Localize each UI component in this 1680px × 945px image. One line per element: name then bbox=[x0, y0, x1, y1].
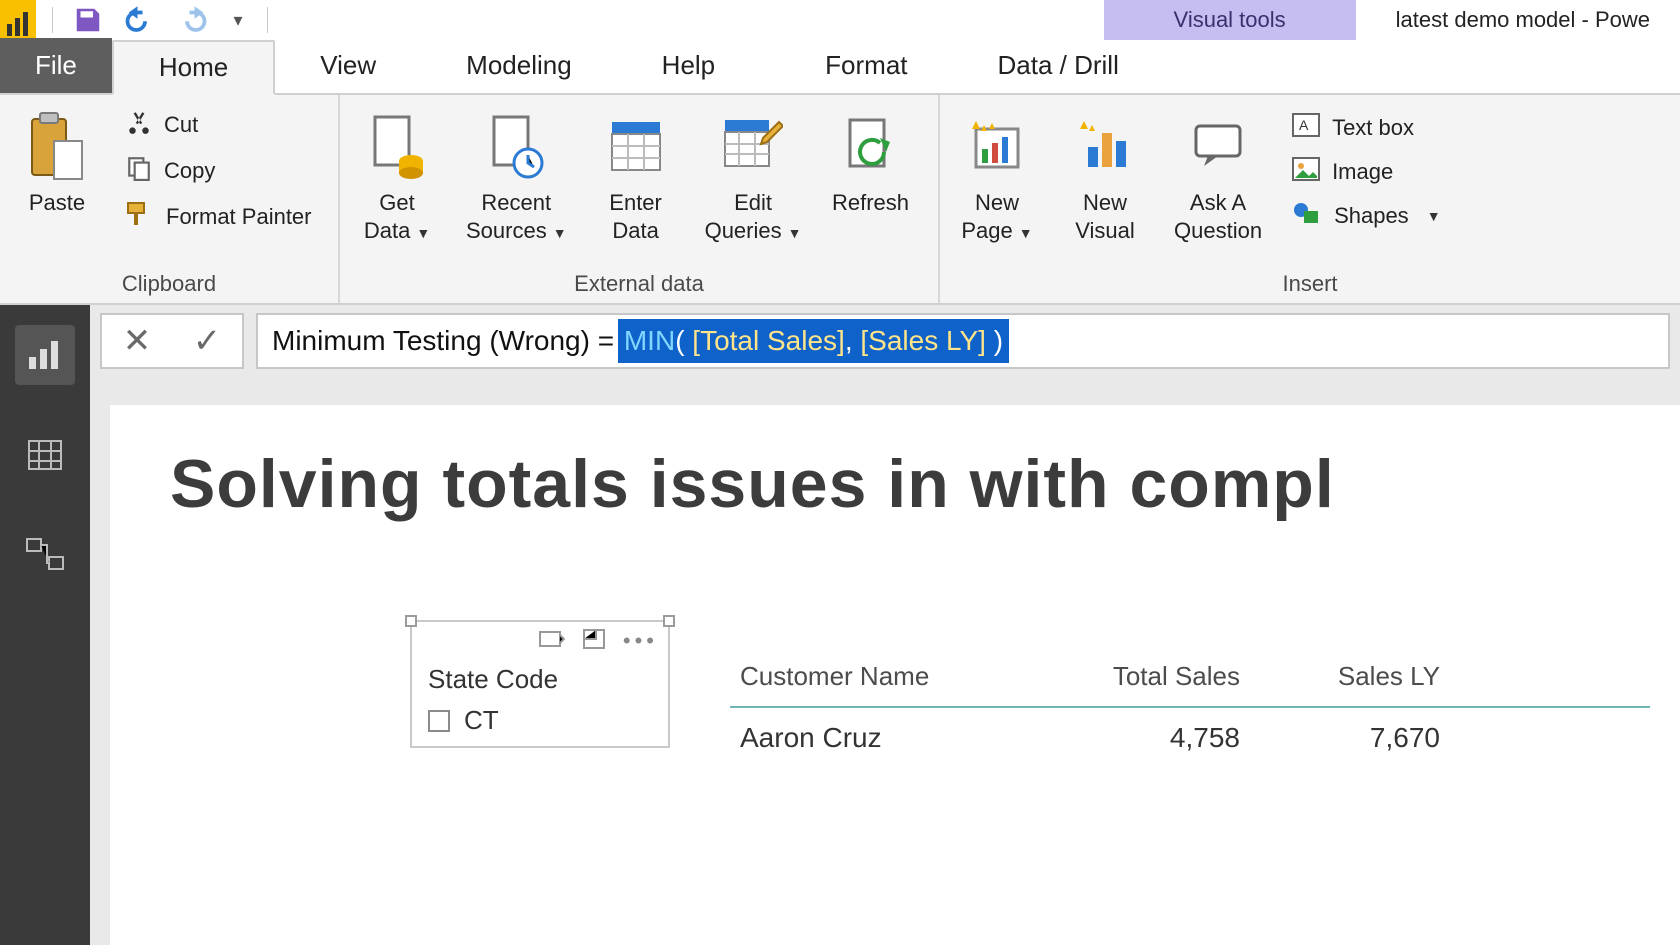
tab-help[interactable]: Help bbox=[617, 38, 760, 93]
image-icon bbox=[1292, 157, 1320, 187]
ribbon-group-external-data: Get Data▼ Recent Sources▼ Enter Data Edi… bbox=[340, 95, 940, 303]
slicer-item[interactable]: CT bbox=[412, 701, 668, 746]
slicer-header: State Code bbox=[412, 656, 668, 701]
chevron-down-icon: ▼ bbox=[1427, 208, 1441, 224]
checkbox-icon[interactable] bbox=[428, 710, 450, 732]
cell-customer-name: Aaron Cruz bbox=[740, 722, 1040, 754]
ribbon-group-clipboard: Paste Cut Copy Format Painter Clipboard bbox=[0, 95, 340, 303]
recent-sources-button[interactable]: Recent Sources▼ bbox=[460, 103, 573, 244]
qat-separator bbox=[267, 7, 268, 33]
ribbon-group-label: External data bbox=[352, 265, 926, 303]
report-page[interactable]: Solving totals issues in with compl ••• … bbox=[110, 405, 1680, 945]
tab-file[interactable]: File bbox=[0, 38, 112, 93]
ask-question-icon bbox=[1192, 107, 1244, 185]
canvas-area: ✕ ✓ Minimum Testing (Wrong) = MIN( [Tota… bbox=[90, 305, 1680, 945]
redo-button[interactable] bbox=[173, 0, 211, 40]
title-bar: ▾ Visual tools latest demo model - Powe bbox=[0, 0, 1680, 40]
table-visual[interactable]: Customer Name Total Sales Sales LY Aaron… bbox=[730, 655, 1650, 760]
refresh-button[interactable]: Refresh bbox=[825, 103, 915, 217]
new-visual-icon bbox=[1078, 107, 1132, 185]
model-view-button[interactable] bbox=[15, 525, 75, 585]
cell-total-sales: 4,758 bbox=[1040, 722, 1240, 754]
quick-access-toolbar: ▾ bbox=[0, 0, 270, 40]
ribbon-group-label: Insert bbox=[952, 265, 1668, 303]
tab-data-drill[interactable]: Data / Drill bbox=[953, 38, 1164, 93]
table-row[interactable]: Aaron Cruz 4,758 7,670 bbox=[730, 708, 1650, 760]
text-box-icon: A bbox=[1292, 113, 1320, 143]
copy-button[interactable]: Copy bbox=[120, 151, 318, 191]
data-view-button[interactable] bbox=[15, 425, 75, 485]
page-title-textbox[interactable]: Solving totals issues in with compl bbox=[170, 445, 1680, 523]
recent-sources-icon bbox=[488, 107, 544, 185]
formula-commit-buttons: ✕ ✓ bbox=[100, 313, 244, 369]
column-header[interactable]: Total Sales bbox=[1040, 661, 1240, 692]
app-logo-icon bbox=[0, 0, 36, 40]
formula-input[interactable]: Minimum Testing (Wrong) = MIN( [Total Sa… bbox=[256, 313, 1670, 369]
tab-view[interactable]: View bbox=[275, 38, 421, 93]
tab-modeling[interactable]: Modeling bbox=[421, 38, 617, 93]
new-page-button[interactable]: New Page▼ bbox=[952, 103, 1042, 244]
qat-customize-dropdown[interactable]: ▾ bbox=[225, 0, 251, 40]
column-header[interactable]: Customer Name bbox=[740, 661, 1040, 692]
ask-a-question-button[interactable]: Ask A Question bbox=[1168, 103, 1268, 244]
enter-data-icon bbox=[610, 107, 662, 185]
qat-separator bbox=[52, 7, 53, 33]
clear-slicer-icon[interactable] bbox=[539, 629, 565, 654]
paste-button[interactable]: Paste bbox=[12, 103, 102, 217]
enter-data-button[interactable]: Enter Data bbox=[591, 103, 681, 244]
workspace: ✕ ✓ Minimum Testing (Wrong) = MIN( [Tota… bbox=[0, 305, 1680, 945]
ribbon-group-label: Clipboard bbox=[12, 265, 326, 303]
report-canvas[interactable]: Solving totals issues in with compl ••• … bbox=[90, 377, 1680, 945]
report-view-button[interactable] bbox=[15, 325, 75, 385]
ribbon: Paste Cut Copy Format Painter Clipboard bbox=[0, 95, 1680, 305]
paste-icon bbox=[28, 107, 86, 185]
contextual-title-area: Visual tools latest demo model - Powe bbox=[1104, 0, 1680, 40]
table-header-row: Customer Name Total Sales Sales LY bbox=[730, 655, 1650, 708]
formula-commit-button[interactable]: ✓ bbox=[172, 315, 242, 367]
focus-mode-icon[interactable] bbox=[583, 629, 605, 654]
svg-text:A: A bbox=[1299, 117, 1309, 133]
view-rail bbox=[0, 305, 90, 945]
contextual-tab-visual-tools: Visual tools bbox=[1104, 0, 1356, 40]
shapes-icon bbox=[1292, 201, 1322, 231]
tab-format[interactable]: Format bbox=[780, 38, 952, 93]
edit-queries-icon bbox=[723, 107, 783, 185]
slicer-state-code[interactable]: ••• State Code CT bbox=[410, 620, 670, 748]
scissors-icon bbox=[126, 109, 152, 141]
slicer-item-label: CT bbox=[464, 705, 499, 736]
new-page-icon bbox=[970, 107, 1024, 185]
image-button[interactable]: Image bbox=[1286, 153, 1446, 191]
resize-handle-icon[interactable] bbox=[663, 615, 675, 627]
resize-handle-icon[interactable] bbox=[405, 615, 417, 627]
new-visual-button[interactable]: New Visual bbox=[1060, 103, 1150, 244]
more-options-icon[interactable]: ••• bbox=[623, 628, 658, 654]
text-box-button[interactable]: A Text box bbox=[1286, 109, 1446, 147]
cell-sales-ly: 7,670 bbox=[1240, 722, 1440, 754]
contextual-tab-group: Format Data / Drill bbox=[780, 38, 1164, 93]
formula-bar: ✕ ✓ Minimum Testing (Wrong) = MIN( [Tota… bbox=[90, 305, 1680, 377]
ribbon-group-insert: New Page▼ New Visual Ask A Question A Te… bbox=[940, 95, 1680, 303]
chevron-down-icon: ▼ bbox=[553, 225, 567, 241]
save-button[interactable] bbox=[69, 0, 107, 40]
chevron-down-icon: ▼ bbox=[416, 225, 430, 241]
chevron-down-icon: ▼ bbox=[788, 225, 802, 241]
copy-icon bbox=[126, 155, 152, 187]
edit-queries-button[interactable]: Edit Queries▼ bbox=[699, 103, 808, 244]
format-painter-icon bbox=[126, 201, 154, 233]
formula-lhs: Minimum Testing (Wrong) = bbox=[272, 325, 622, 357]
ribbon-tabs: File Home View Modeling Help Format Data… bbox=[0, 40, 1680, 95]
formula-cancel-button[interactable]: ✕ bbox=[102, 315, 172, 367]
undo-button[interactable] bbox=[121, 0, 159, 40]
format-painter-button[interactable]: Format Painter bbox=[120, 197, 318, 237]
chevron-down-icon: ▼ bbox=[1019, 225, 1033, 241]
window-title: latest demo model - Powe bbox=[1356, 0, 1680, 40]
shapes-button[interactable]: Shapes▼ bbox=[1286, 197, 1446, 235]
get-data-button[interactable]: Get Data▼ bbox=[352, 103, 442, 244]
cut-button[interactable]: Cut bbox=[120, 105, 318, 145]
tab-home[interactable]: Home bbox=[112, 40, 275, 95]
formula-selection: MIN( [Total Sales], [Sales LY] ) bbox=[622, 323, 1005, 359]
column-header[interactable]: Sales LY bbox=[1240, 661, 1440, 692]
refresh-icon bbox=[844, 107, 896, 185]
get-data-icon bbox=[369, 107, 425, 185]
